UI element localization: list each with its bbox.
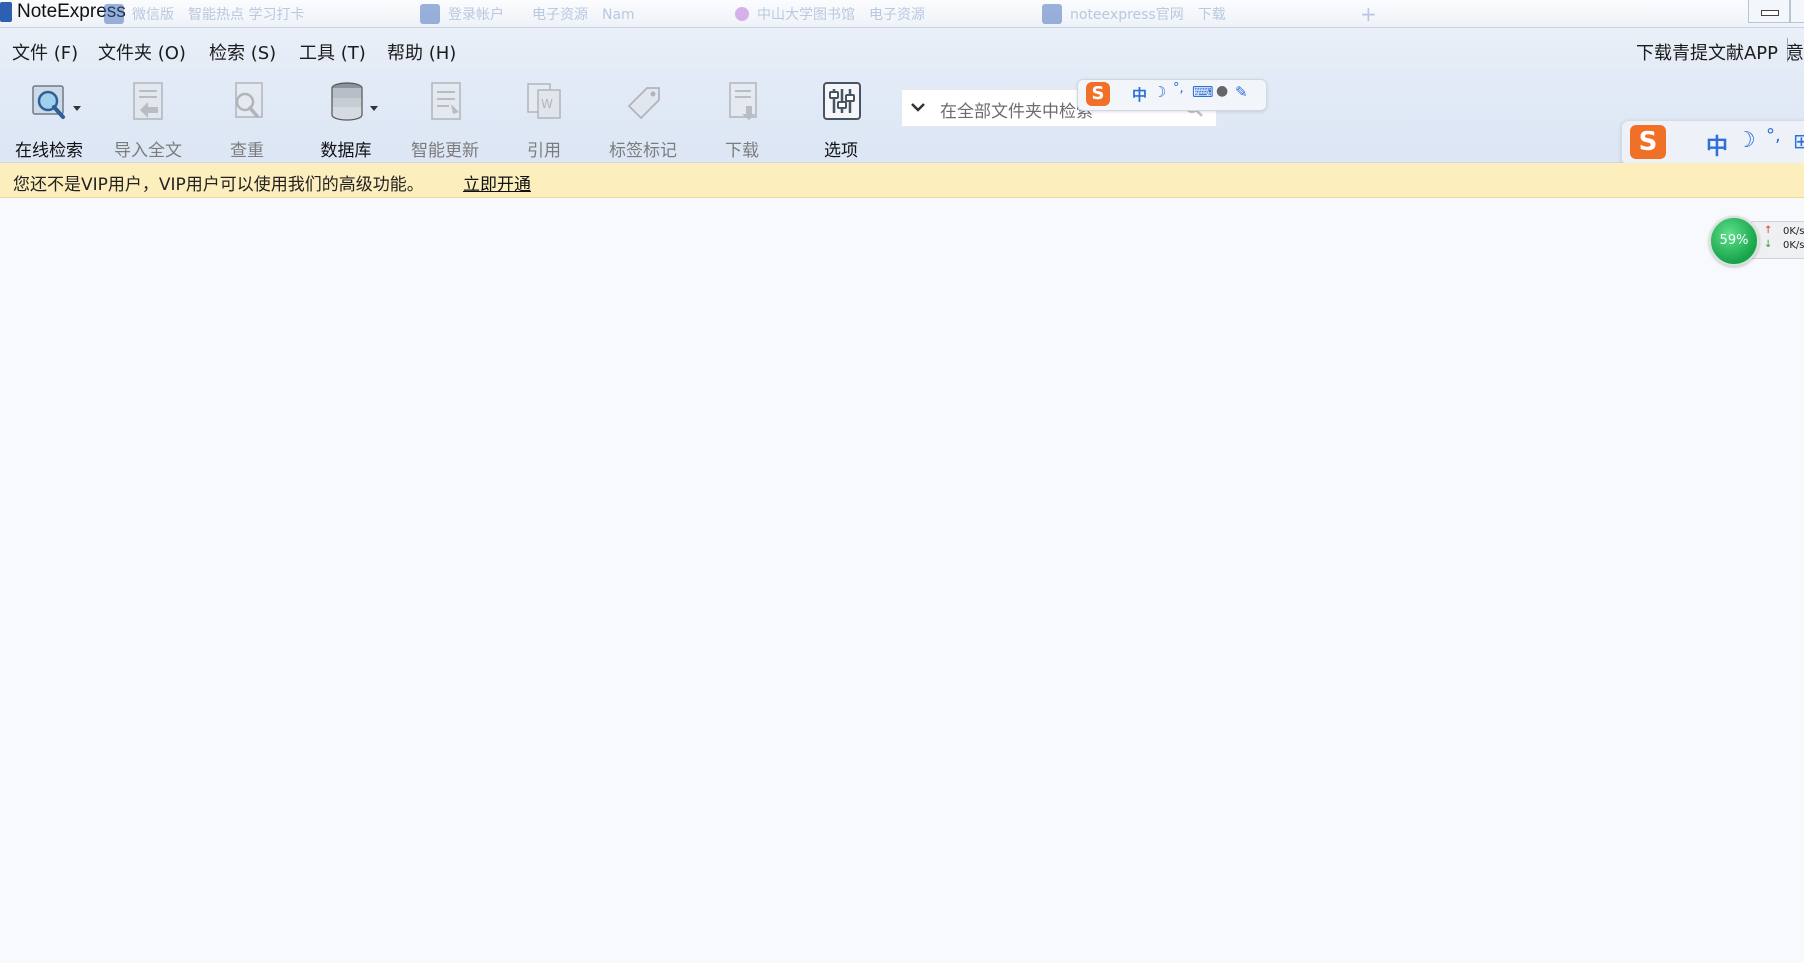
tab-favicon-icon (1042, 4, 1062, 24)
menu-folder[interactable]: 文件夹 (O) (98, 39, 186, 65)
cite-button[interactable]: W 引用 (497, 80, 591, 161)
menu-bar: 文件 (F) 文件夹 (O) 检索 (S) 工具 (T) 帮助 (H) 下载青提… (0, 28, 1804, 72)
tool-label: 下载 (725, 141, 759, 161)
tab-favicon-icon (420, 4, 440, 24)
tool-label: 数据库 (320, 141, 372, 161)
wrench-icon[interactable]: ✎ (1235, 83, 1248, 101)
chevron-down-icon[interactable] (910, 99, 926, 115)
tab-label: 登录帐户 电子资源 Nam (448, 7, 635, 23)
menu-file[interactable]: 文件 (F) (12, 39, 78, 65)
main-content-area (0, 198, 1804, 963)
ime-mode-toggle[interactable]: 中 (1706, 129, 1728, 161)
ime-toolbar[interactable]: S 中 ☽ °, ⌨ ● ✎ (1077, 79, 1267, 111)
database-button[interactable]: 数据库 (299, 80, 393, 161)
browser-tab[interactable]: 中山大学图书馆 电子资源 (735, 4, 925, 24)
import-fulltext-icon (133, 82, 163, 120)
smart-update-button[interactable]: 智能更新 (398, 80, 492, 161)
activate-vip-link[interactable]: 立即开通 (463, 170, 531, 195)
options-button[interactable]: 选项 (794, 80, 888, 161)
maximize-button[interactable] (1790, 0, 1804, 23)
search-placeholder: 在全部文件夹中检索 (940, 102, 1093, 122)
tag-icon (627, 87, 660, 120)
ime-toolbar-large[interactable]: S 中 ☽ °, ⊞ (1621, 120, 1804, 166)
browser-tab[interactable]: 微信版 智能热点 学习打卡 (104, 4, 304, 24)
tag-button[interactable]: 标签标记 (596, 80, 690, 161)
ime-logo-icon: S (1086, 82, 1110, 106)
browser-tab[interactable]: noteexpress官网 下载 (1042, 4, 1226, 24)
online-search-icon (32, 85, 65, 119)
smart-update-icon (431, 82, 461, 120)
minimize-icon (1761, 10, 1779, 16)
tab-favicon-icon (104, 4, 124, 24)
online-search-button[interactable]: 在线检索 (2, 80, 96, 161)
app-logo-icon (0, 2, 12, 22)
duplicate-check-icon (235, 82, 263, 118)
menu-help[interactable]: 帮助 (H) (387, 39, 456, 65)
keyboard-icon[interactable]: ⌨ (1192, 83, 1214, 101)
ime-logo-icon: S (1630, 125, 1666, 159)
title-bar: NoteExpress 微信版 智能热点 学习打卡 登录帐户 电子资源 Nam … (0, 0, 1804, 28)
tool-label: 引用 (527, 141, 561, 161)
upload-speed: 0K/s (1783, 226, 1804, 237)
tab-label: 中山大学图书馆 电子资源 (757, 7, 925, 23)
new-tab-button[interactable]: + (1360, 2, 1377, 26)
import-fulltext-button[interactable]: 导入全文 (101, 80, 195, 161)
tool-label: 标签标记 (609, 141, 677, 161)
browser-tab[interactable]: 登录帐户 电子资源 Nam (420, 4, 635, 24)
download-arrow-icon: ↓ (1764, 239, 1773, 250)
tab-label: noteexpress官网 下载 (1070, 7, 1226, 23)
duplicate-check-button[interactable]: 查重 (200, 80, 294, 161)
menu-tools[interactable]: 工具 (T) (299, 39, 366, 65)
memory-usage-ball[interactable]: 59% (1709, 216, 1759, 266)
tool-label: 在线检索 (15, 141, 83, 161)
download-speed: 0K/s (1783, 240, 1804, 251)
moon-icon[interactable]: ☽ (1153, 83, 1166, 101)
vip-notice-text: 您还不是VIP用户，VIP用户可以使用我们的高级功能。 (13, 175, 424, 195)
menu-search[interactable]: 检索 (S) (209, 39, 276, 65)
moon-icon[interactable]: ☽ (1736, 128, 1756, 153)
database-icon (331, 82, 363, 121)
upload-arrow-icon: ↑ (1764, 225, 1773, 236)
vip-notice-banner: 您还不是VIP用户，VIP用户可以使用我们的高级功能。 立即开通 (0, 163, 1804, 198)
download-icon (729, 82, 757, 120)
ime-punct-toggle[interactable]: °, (1173, 81, 1184, 96)
menu-overflow-item[interactable]: 意 (1786, 39, 1804, 65)
options-icon (823, 82, 861, 120)
tool-label: 导入全文 (114, 141, 182, 161)
svg-text:W: W (541, 97, 553, 111)
chevron-down-icon[interactable] (370, 106, 378, 111)
keyboard-icon[interactable]: ⊞ (1793, 129, 1804, 153)
network-monitor-widget[interactable]: ↑ 0K/s ↓ 0K/s 59% (1709, 214, 1804, 266)
user-icon[interactable]: ● (1216, 83, 1228, 99)
tool-label: 查重 (230, 141, 264, 161)
ime-mode-toggle[interactable]: 中 (1132, 84, 1147, 105)
ime-punct-toggle[interactable]: °, (1766, 125, 1781, 146)
tool-label: 智能更新 (411, 141, 479, 161)
tool-label: 选项 (824, 141, 858, 161)
cite-icon: W (527, 83, 561, 119)
tab-label: 微信版 智能热点 学习打卡 (132, 7, 305, 23)
download-button[interactable]: 下载 (695, 80, 789, 161)
chevron-down-icon[interactable] (73, 106, 81, 111)
minimize-button[interactable] (1748, 0, 1790, 23)
tab-favicon-icon (735, 7, 749, 21)
download-app-link[interactable]: 下载青提文献APP (1636, 39, 1778, 65)
